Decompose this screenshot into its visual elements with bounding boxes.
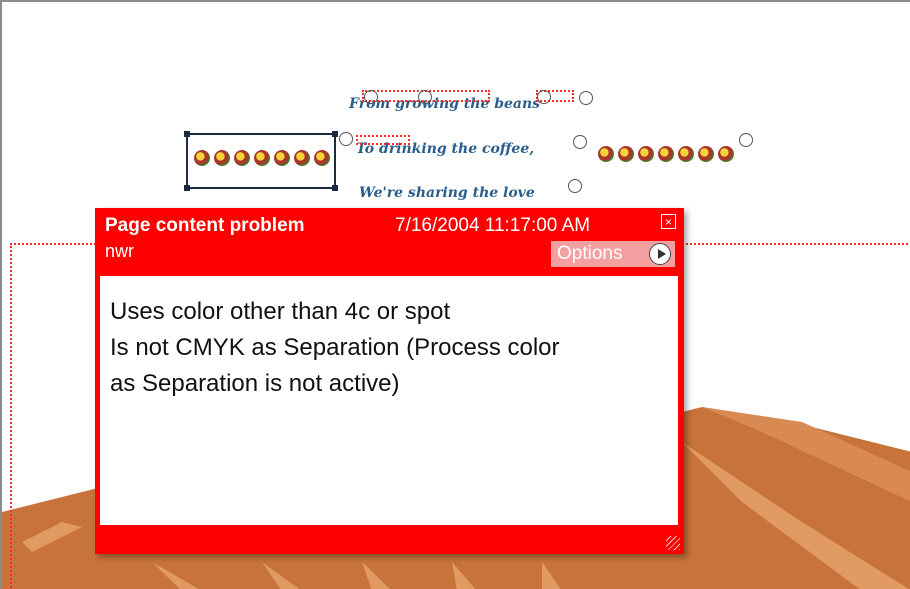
flower-image-left[interactable] xyxy=(194,150,330,166)
selection-handle[interactable] xyxy=(332,131,338,137)
popup-title: Page content problem xyxy=(105,215,305,236)
annotation-marker-icon[interactable] xyxy=(537,90,551,104)
annotation-marker-icon[interactable] xyxy=(739,133,753,147)
message-line-1: Uses color other than 4c or spot xyxy=(110,298,451,325)
options-button[interactable]: Options xyxy=(551,241,675,267)
annotation-marker-icon[interactable] xyxy=(418,90,432,104)
resize-grip-icon[interactable] xyxy=(666,536,680,550)
message-line-2: Is not CMYK as Separation (Process color xyxy=(110,334,560,361)
document-canvas: From growing the beans To drinking the c… xyxy=(0,0,910,589)
message-line-3: as Separation is not active) xyxy=(110,370,400,397)
play-arrow-icon xyxy=(649,243,671,265)
flower-image-right[interactable] xyxy=(598,146,734,162)
close-icon[interactable]: × xyxy=(661,214,676,229)
annotation-marker-icon[interactable] xyxy=(573,135,587,149)
selection-handle[interactable] xyxy=(332,185,338,191)
text-line-3[interactable]: We're sharing the love xyxy=(359,185,535,201)
popup-author: nwr xyxy=(105,241,135,261)
annotation-marker-icon[interactable] xyxy=(568,179,582,193)
options-label: Options xyxy=(557,243,623,264)
selection-handle[interactable] xyxy=(184,185,190,191)
problem-highlight xyxy=(356,135,410,145)
popup-message-body[interactable]: Uses color other than 4c or spot Is not … xyxy=(100,276,678,525)
annotation-marker-icon[interactable] xyxy=(364,90,378,104)
annotation-marker-icon[interactable] xyxy=(339,132,353,146)
selection-handle[interactable] xyxy=(184,131,190,137)
annotation-marker-icon[interactable] xyxy=(579,91,593,105)
problem-note-popup[interactable]: Page content problem 7/16/2004 11:17:00 … xyxy=(95,208,684,554)
popup-datetime: 7/16/2004 11:17:00 AM xyxy=(395,215,591,236)
